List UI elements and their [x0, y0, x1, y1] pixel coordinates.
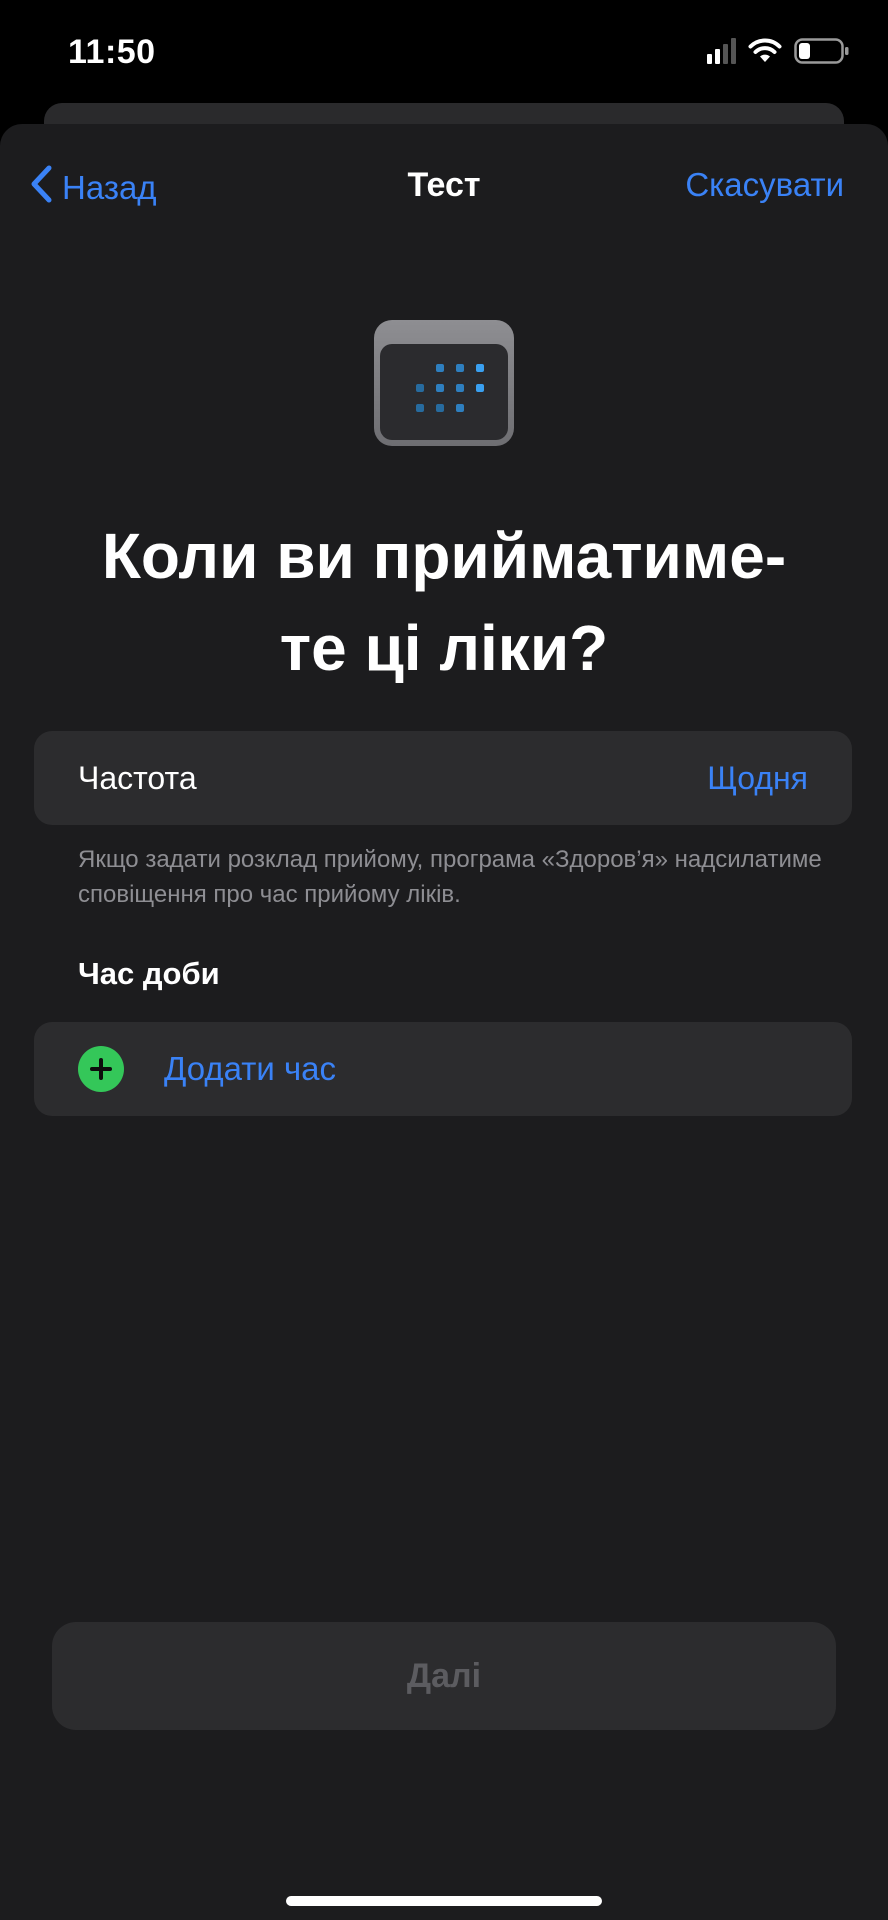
plus-circle-icon [78, 1046, 124, 1092]
add-time-label: Додати час [164, 1050, 336, 1087]
status-bar: 11:50 [0, 0, 888, 110]
calendar-icon [374, 320, 514, 446]
question-heading: Коли ви прийматиме- те ці ліки? [40, 510, 848, 694]
cellular-signal-icon [707, 38, 736, 64]
status-time: 11:50 [68, 33, 156, 71]
time-of-day-title: Час доби [78, 956, 220, 991]
battery-icon [794, 38, 850, 64]
modal-sheet: Назад Тест Скасувати Коли ви прийматиме-… [0, 124, 888, 1920]
next-button[interactable]: Далі [52, 1622, 836, 1730]
frequency-value: Щодня [707, 759, 808, 796]
schedule-footnote: Якщо задати розклад прийому, програма «З… [78, 846, 822, 908]
heading-line-2: те ці ліки? [279, 612, 609, 684]
frequency-label: Частота [78, 759, 197, 796]
cancel-button[interactable]: Скасувати [685, 166, 844, 204]
heading-line-1: Коли ви прийматиме- [101, 520, 787, 592]
navigation-bar: Назад Тест Скасувати [0, 164, 888, 224]
wifi-icon [748, 38, 782, 64]
status-icons [707, 38, 850, 64]
frequency-row[interactable]: Частота Щодня [34, 731, 852, 825]
home-indicator[interactable] [286, 1896, 602, 1906]
add-time-button[interactable]: Додати час [34, 1022, 852, 1116]
screen: 11:50 Назад Тест Скасувати Коли ви прийм… [0, 0, 888, 1920]
